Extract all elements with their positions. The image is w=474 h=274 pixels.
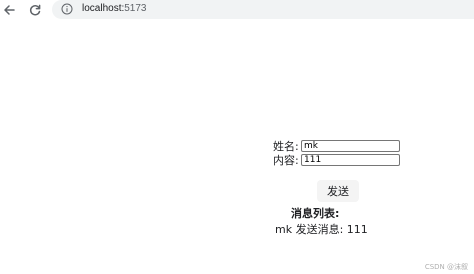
message-list-title: 消息列表:: [291, 207, 340, 220]
message-item: mk 发送消息: 111: [275, 223, 368, 236]
back-button[interactable]: [0, 1, 18, 19]
content-label: 内容:: [273, 153, 299, 167]
browser-toolbar: localhost:5173: [0, 0, 474, 20]
watermark: CSDN @沫叙: [424, 263, 468, 271]
reload-button[interactable]: [26, 1, 44, 19]
content-input[interactable]: [301, 154, 400, 166]
url-text[interactable]: localhost:5173: [82, 2, 147, 16]
url-port: 5173: [124, 3, 147, 14]
reload-icon: [29, 4, 41, 16]
name-label: 姓名:: [273, 139, 299, 153]
content-row: 内容:: [273, 153, 400, 167]
address-bar[interactable]: localhost:5173: [52, 0, 474, 19]
info-icon[interactable]: [61, 3, 73, 15]
message-form: 姓名: 内容:: [273, 139, 400, 167]
message-list: mk 发送消息: 111: [275, 221, 368, 237]
name-row: 姓名:: [273, 139, 400, 153]
name-input[interactable]: [301, 140, 400, 152]
send-button[interactable]: 发送: [317, 180, 359, 202]
back-arrow-icon: [4, 5, 15, 15]
url-host: localhost:: [82, 3, 125, 14]
